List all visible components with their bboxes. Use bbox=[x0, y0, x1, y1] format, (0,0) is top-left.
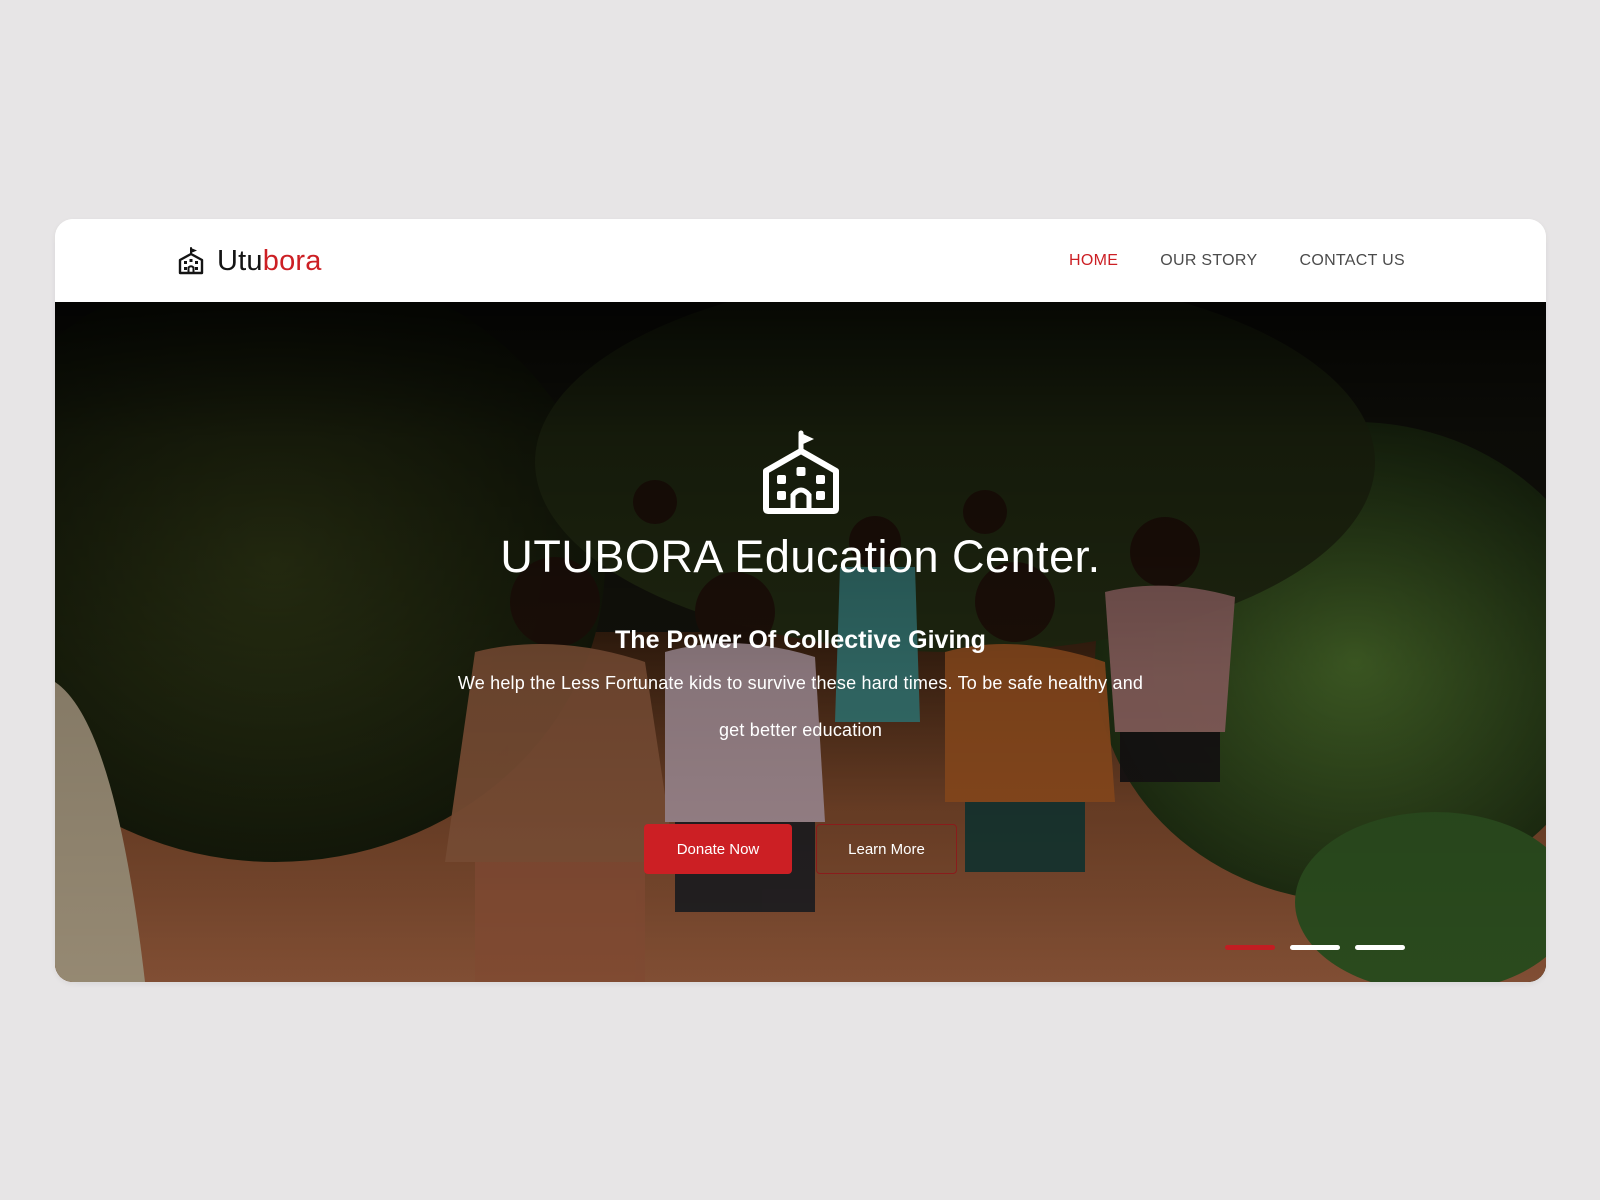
school-icon bbox=[176, 246, 206, 276]
nav-link-home[interactable]: HOME bbox=[1069, 252, 1118, 270]
hero-content: UTUBORA Education Center. The Power Of C… bbox=[55, 302, 1546, 982]
slide-indicator-3[interactable] bbox=[1355, 945, 1405, 950]
hero-subtitle: The Power Of Collective Giving bbox=[615, 626, 986, 654]
main-nav: HOME OUR STORY CONTACT US bbox=[1069, 219, 1405, 302]
brand-name-prefix: Utu bbox=[217, 244, 263, 277]
nav-link-our-story[interactable]: OUR STORY bbox=[1160, 252, 1257, 270]
school-icon bbox=[763, 430, 839, 514]
slide-indicator-1[interactable] bbox=[1225, 945, 1275, 950]
browser-frame: Utubora HOME OUR STORY CONTACT US UTUBOR… bbox=[55, 219, 1546, 982]
navbar: Utubora HOME OUR STORY CONTACT US bbox=[55, 219, 1546, 302]
hero-description: We help the Less Fortunate kids to survi… bbox=[457, 673, 1144, 740]
brand-name-accent: bora bbox=[262, 244, 322, 277]
hero-section: UTUBORA Education Center. The Power Of C… bbox=[55, 302, 1546, 982]
slide-indicators bbox=[1225, 945, 1405, 950]
learn-more-button[interactable]: Learn More bbox=[816, 824, 957, 874]
slide-indicator-2[interactable] bbox=[1290, 945, 1340, 950]
brand-logo[interactable]: Utubora bbox=[176, 239, 322, 283]
brand-name: Utubora bbox=[217, 245, 322, 278]
nav-link-contact-us[interactable]: CONTACT US bbox=[1299, 252, 1405, 270]
donate-now-button[interactable]: Donate Now bbox=[644, 824, 792, 874]
hero-title: UTUBORA Education Center. bbox=[500, 531, 1101, 582]
